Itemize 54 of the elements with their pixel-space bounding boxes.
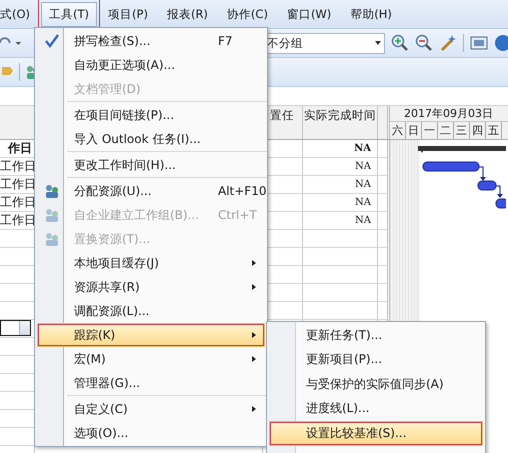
menu-title[interactable]: 式(O): [0, 2, 38, 26]
timescale-day: 四: [470, 122, 486, 139]
menu-title[interactable]: 帮助(H): [342, 2, 400, 26]
menu-item[interactable]: 拼写检查(S)... F7: [37, 29, 265, 53]
timescale-day: 二: [438, 122, 454, 139]
table-cell: NA: [303, 158, 378, 175]
menu-title[interactable]: 报表(R): [158, 2, 216, 26]
menu-item[interactable]: 资源共享(R): [37, 275, 265, 299]
duration-input[interactable]: [0, 320, 31, 336]
menu-title[interactable]: 项目(P): [100, 2, 156, 26]
timescale-day: 日: [406, 122, 422, 139]
submenu-arrow-icon: [252, 406, 256, 412]
menu-item[interactable]: 在项目间链接(P)...: [37, 103, 265, 127]
menu-title[interactable]: 协作(C): [218, 2, 276, 26]
menu-item-icon: [44, 207, 60, 223]
wand-icon[interactable]: [439, 34, 458, 52]
menu-item[interactable]: 管理器(G)...: [37, 371, 265, 395]
table-cell: NA: [303, 176, 378, 193]
menu-item[interactable]: 本地项目缓存(J): [37, 251, 265, 275]
timescale-date: 2017年09月03日: [390, 106, 508, 122]
submenu-arrow-icon: [252, 332, 256, 338]
menu-item[interactable]: 更新项目(P)...: [269, 348, 483, 372]
column-header[interactable]: 实际完成时间: [303, 106, 378, 139]
menu-item[interactable]: 更改工作时间(H)...: [37, 153, 265, 177]
menu-item[interactable]: 与受保护的实际值同步(A): [269, 372, 483, 396]
picture-icon[interactable]: [470, 35, 488, 51]
menu-item-icon: [44, 33, 60, 49]
table-cell: NA: [303, 212, 378, 229]
menu-item-icon: [44, 183, 60, 199]
menu-item[interactable]: 自定义(C): [37, 397, 265, 421]
menu-item[interactable]: 分配资源(U)... Alt+F10: [37, 179, 265, 203]
submenu-arrow-icon: [252, 356, 256, 362]
menu-item[interactable]: 设置比较基准(S)...: [269, 421, 483, 446]
submenu-arrow-icon: [252, 260, 256, 266]
timescale-day: 三: [454, 122, 470, 139]
timescale-day: 五: [486, 122, 502, 139]
menu-item[interactable]: 自动更正选项(A)...: [37, 53, 265, 77]
menu-item[interactable]: 导入 Outlook 任务(I)...: [37, 127, 265, 151]
menu-item[interactable]: 调配资源(L)...: [37, 299, 265, 323]
menu-item[interactable]: 选项(O)...: [37, 421, 265, 445]
menu-item[interactable]: 宏(M): [37, 347, 265, 371]
menu-item[interactable]: 跟踪(K): [37, 323, 265, 347]
menu-item[interactable]: 进度线(L)...: [269, 396, 483, 421]
table-cell: NA: [303, 194, 378, 211]
timescale-day: 一: [422, 122, 438, 139]
menu-item-icon: [44, 231, 60, 247]
zoom-out-icon[interactable]: [415, 34, 434, 52]
zoom-in-icon[interactable]: [391, 34, 410, 52]
submenu-arrow-icon: [252, 284, 256, 290]
table-cell: NA: [303, 140, 378, 157]
menu-title[interactable]: 窗口(W): [278, 2, 340, 26]
menu-item[interactable]: 更新任务(T)...: [269, 323, 483, 348]
timescale-day: 六: [390, 122, 406, 139]
menu-title[interactable]: 工具(T): [41, 2, 98, 26]
